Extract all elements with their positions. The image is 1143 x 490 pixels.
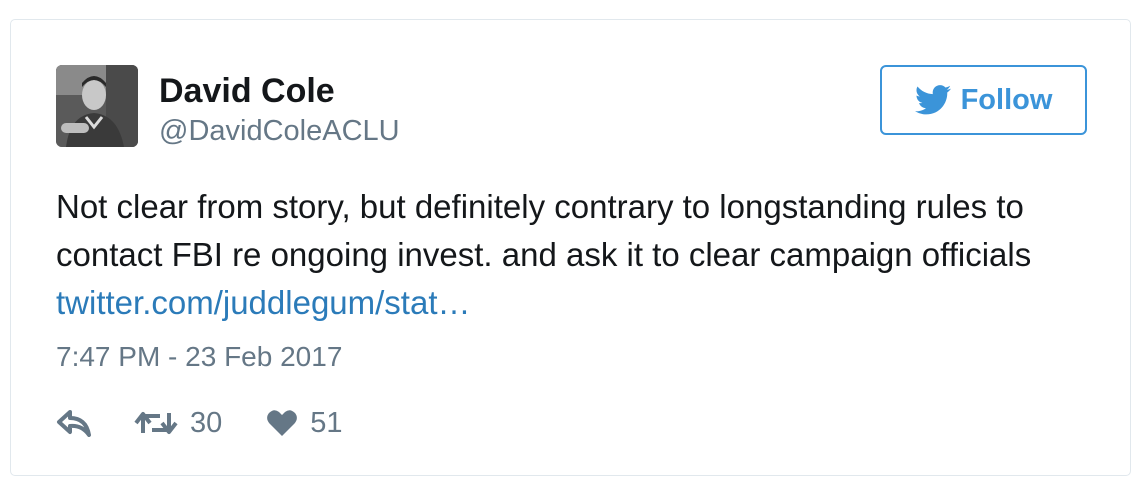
heart-icon: [267, 410, 298, 436]
tweet-timestamp[interactable]: 7:47 PM - 23 Feb 2017: [56, 340, 342, 374]
tweet-text: Not clear from story, but definitely con…: [56, 183, 1096, 327]
tweet-body: Not clear from story, but definitely con…: [56, 188, 1032, 273]
follow-label: Follow: [960, 84, 1053, 116]
tweet-card: David Cole @DavidColeACLU Follow Not cle…: [10, 19, 1131, 476]
twitter-bird-icon: [914, 85, 951, 115]
retweet-button[interactable]: 30: [134, 406, 222, 440]
retweet-count: 30: [190, 407, 223, 439]
retweet-icon: [134, 412, 178, 434]
avatar[interactable]: [56, 65, 138, 147]
follow-button[interactable]: Follow: [880, 65, 1087, 135]
reply-button[interactable]: [56, 409, 92, 437]
tweet-actions: 30 51: [56, 403, 343, 443]
tweet-link[interactable]: twitter.com/juddlegum/stat…: [56, 284, 471, 321]
author-name[interactable]: David Cole: [159, 71, 335, 111]
reply-icon: [57, 410, 91, 437]
like-button[interactable]: 51: [266, 406, 343, 440]
author-handle[interactable]: @DavidColeACLU: [159, 113, 400, 149]
like-count: 51: [310, 407, 343, 439]
